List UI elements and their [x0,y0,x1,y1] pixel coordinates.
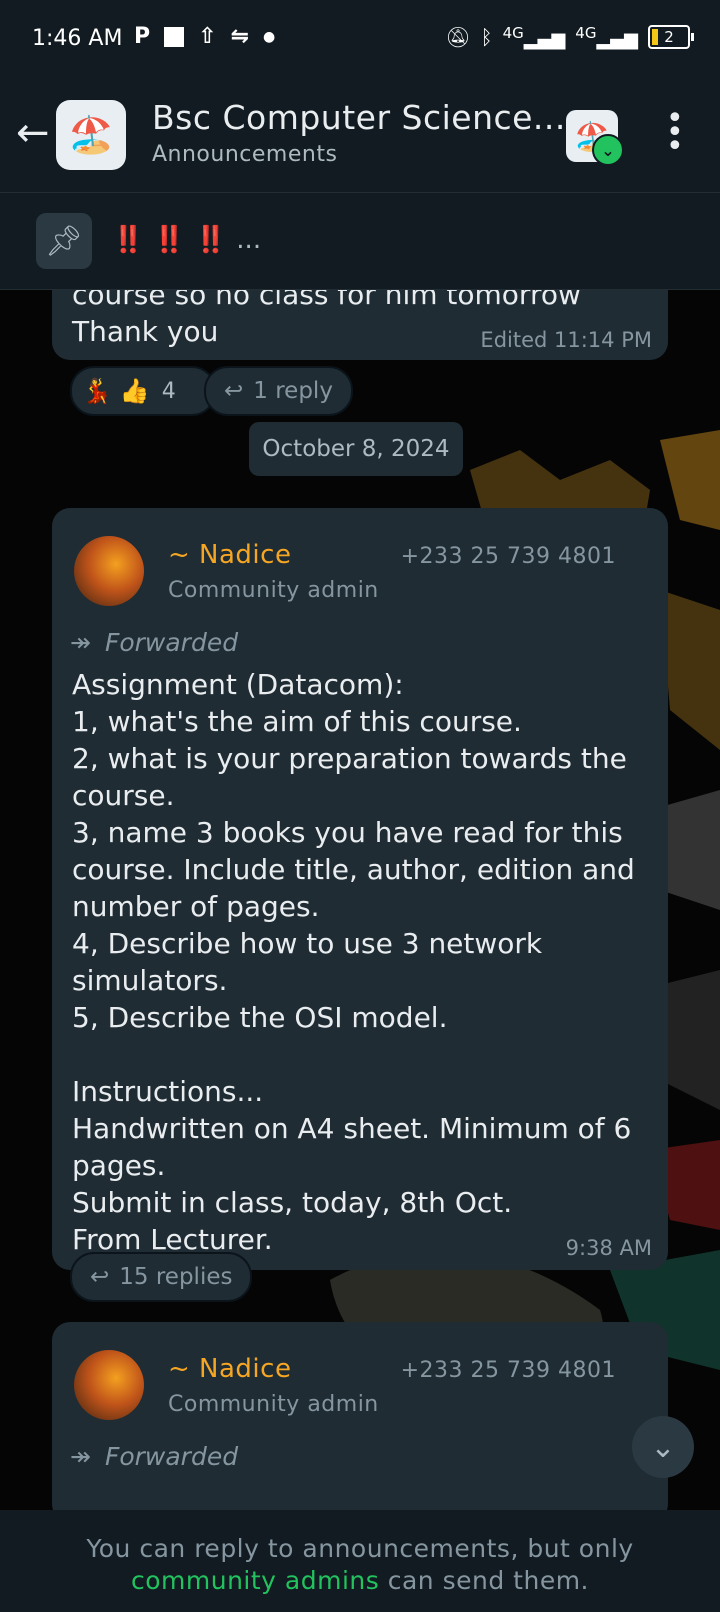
pin-icon: 📌︎ [36,213,92,269]
status-time: 1:46 AM [32,26,123,51]
sender-avatar[interactable] [74,1350,144,1420]
replies-button[interactable]: ↩ 1 reply [204,366,353,416]
reply-icon: ↩ [224,378,244,404]
message-time: Edited 11:14 PM [480,328,652,352]
reply-icon: ↩ [90,1264,110,1290]
footer-line1: You can reply to announcements, but only [86,1534,634,1563]
group-avatar[interactable]: 🏖️ [56,100,126,170]
reaction-emoji: 💃 [82,377,112,405]
pinned-message-text: ‼️ ‼️ ‼️ ... [112,225,262,255]
mute-icon: 🔕︎ [445,25,471,49]
forward-icon: ↠ [70,628,91,657]
replies-label: 1 reply [253,378,333,404]
signal-4g-icon: 4G▂▄▆ [575,24,638,50]
sync-icon: ⇋ [230,24,249,49]
double-chevron-down-icon: ⌄ [650,1429,676,1465]
sender-role: Community admin [168,1392,379,1417]
replies-button[interactable]: ↩ 15 replies [70,1252,253,1302]
back-arrow-icon[interactable]: ← [16,110,50,156]
forwarded-label: ↠ Forwarded [70,628,239,657]
signal-4g-icon: 4G▂▄▆ [502,24,566,50]
battery-icon: 2 [648,25,694,49]
chevron-down-icon: ⌄ [592,134,624,166]
community-admins-link[interactable]: community admins [131,1566,379,1595]
message-bubble[interactable]: ~ Nadice Community admin +233 25 739 480… [52,1322,668,1510]
forwarded-label: ↠ Forwarded [70,1442,239,1471]
announcement-footer: You can reply to announcements, but only… [0,1510,720,1612]
message-bubble[interactable]: course so no class for him tomorrow Than… [52,290,668,360]
group-subtitle[interactable]: Announcements [152,142,337,167]
more-options-icon[interactable]: • • • [666,104,684,162]
sender-name[interactable]: ~ Nadice [168,540,291,570]
dot-icon: ● [263,28,276,45]
pinned-message-bar[interactable]: 📌︎ ‼️ ‼️ ‼️ ... [0,193,720,290]
date-separator: October 8, 2024 [249,422,463,476]
sender-role: Community admin [168,578,379,603]
square-icon [164,26,185,47]
forward-icon: ↠ [70,1442,91,1471]
message-text: Assignment (Datacom): 1, what's the aim … [72,668,635,1256]
group-title[interactable]: Bsc Computer Science... [152,98,566,137]
message-bubble[interactable]: ~ Nadice Community admin +233 25 739 480… [52,508,668,1270]
scroll-to-bottom-button[interactable]: ⌄ [632,1416,694,1478]
sender-phone: +233 25 739 4801 [400,1358,616,1383]
replies-label: 15 replies [119,1264,233,1290]
reactions-chip[interactable]: 💃 👍 4 [70,366,216,416]
sender-name[interactable]: ~ Nadice [168,1354,291,1384]
reaction-count: 4 [161,378,176,404]
bluetooth-icon: ᛒ [480,25,493,49]
parking-icon: P [134,24,151,49]
beach-umbrella-icon: 🏖️ [68,115,114,156]
sender-avatar[interactable] [74,536,144,606]
message-time: 9:38 AM [565,1236,652,1260]
upload-icon: ⇧ [198,24,217,49]
status-bar: 1:46 AM P ⇧ ⇋ ● 🔕︎ ᛒ 4G▂▄▆ 4G▂▄▆ 2 [0,0,720,80]
chat-area[interactable]: course so no class for him tomorrow Than… [0,290,720,1510]
footer-line2: community admins can send them. [131,1566,589,1595]
reaction-emoji: 👍 [119,377,150,405]
sender-phone: +233 25 739 4801 [400,544,616,569]
chat-header: ← 🏖️ Bsc Computer Science... Announcemen… [0,80,720,193]
